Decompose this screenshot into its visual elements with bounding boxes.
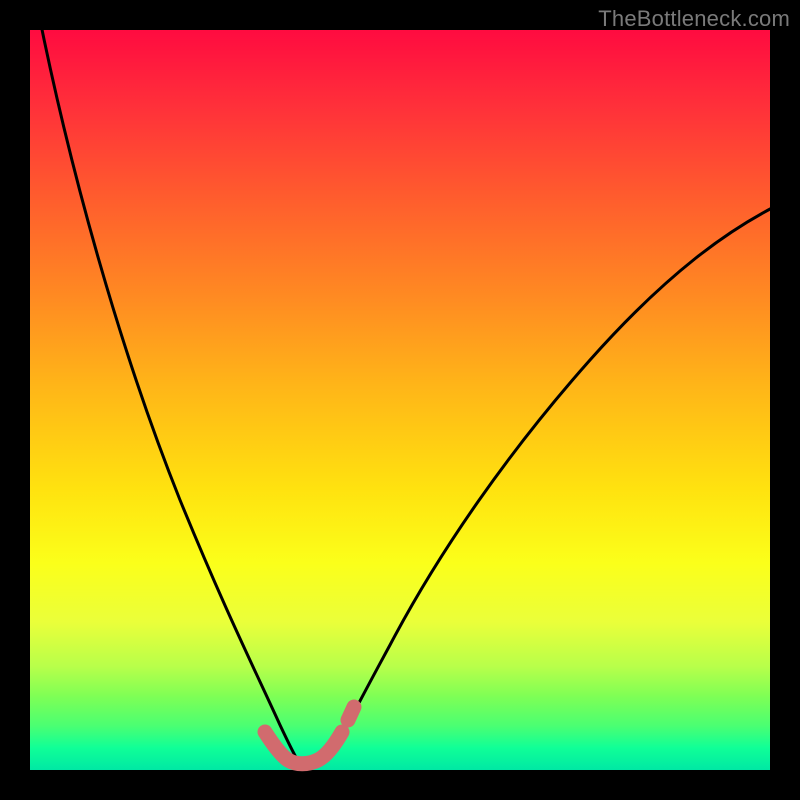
curve-right-branch bbox=[328, 208, 772, 759]
curve-left-branch bbox=[38, 10, 298, 761]
curves-svg bbox=[30, 30, 770, 770]
watermark-text: TheBottleneck.com bbox=[598, 6, 790, 32]
chart-frame: TheBottleneck.com bbox=[0, 0, 800, 800]
curve-valley-accent bbox=[265, 707, 354, 764]
plot-area bbox=[30, 30, 770, 770]
